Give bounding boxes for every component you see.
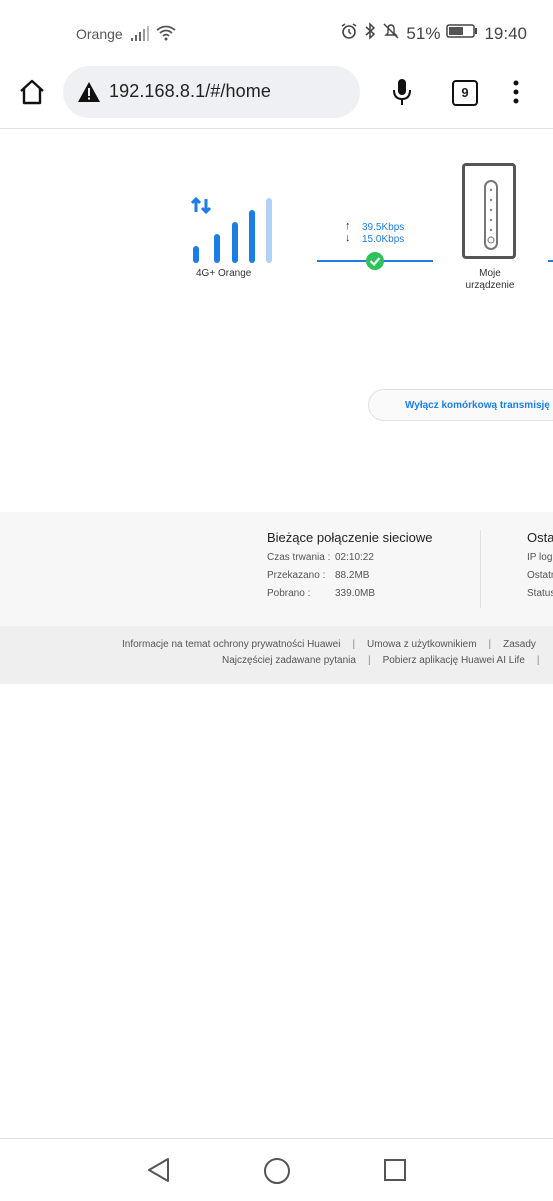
footer-links-row1: Informacje na temat ochrony prywatności … [122, 639, 536, 650]
last-section-title: Osta [527, 530, 553, 545]
recent-apps-button[interactable] [383, 1158, 407, 1187]
column-divider [480, 530, 481, 608]
home-circle-icon [264, 1158, 290, 1184]
info-row: IP log [527, 552, 553, 563]
info-value: 88.2MB [335, 570, 370, 581]
disable-mobile-data-button[interactable]: Wyłącz komórkową transmisję d [368, 389, 553, 421]
current-connection-title: Bieżące połączenie sieciowe [267, 530, 433, 545]
clock: 19:40 [484, 23, 527, 43]
alarm-icon [340, 22, 358, 45]
voice-search-button[interactable] [388, 76, 416, 113]
battery-icon [446, 23, 478, 44]
browser-toolbar: 192.168.8.1/#/home 9 [0, 64, 553, 129]
carrier-label: Orange [76, 26, 123, 42]
user-agreement-link[interactable]: Umowa z użytkownikiem [367, 639, 476, 650]
network-label: 4G+ Orange [196, 268, 252, 279]
warning-icon[interactable] [77, 81, 101, 108]
home-icon [20, 79, 44, 105]
info-panel: Bieżące połączenie sieciowe Czas trwania… [0, 512, 553, 626]
footer-links-row2: Najczęściej zadawane pytania | Pobierz apl… [222, 655, 552, 666]
separator: | [367, 655, 371, 666]
menu-button[interactable] [508, 78, 524, 106]
router-device-icon[interactable] [462, 163, 516, 259]
separator: | [536, 655, 540, 666]
url-text[interactable]: 192.168.8.1/#/home [109, 81, 271, 102]
disable-mobile-data-label: Wyłącz komórkową transmisję d [405, 400, 553, 411]
upload-rate: 39.5Kbps [362, 222, 405, 233]
home-button[interactable] [16, 76, 48, 108]
download-arrow-icon: ↓ [345, 232, 351, 244]
info-row: Przekazano : 88.2MB [267, 570, 432, 588]
back-button[interactable] [146, 1157, 172, 1188]
tab-switcher-button[interactable]: 9 [452, 80, 478, 106]
download-rate: 15.0Kbps [362, 234, 405, 245]
device-panel [484, 180, 498, 250]
battery-percent: 51% [406, 23, 441, 43]
connected-check-icon [366, 252, 384, 270]
info-key: Przekazano : [267, 570, 326, 581]
footer: Informacje na temat ochrony prywatności … [0, 626, 553, 684]
info-row: Pobrano : 339.0MB [267, 588, 432, 606]
bluetooth-icon [364, 22, 376, 45]
info-value: 02:10:22 [335, 552, 374, 563]
info-value: 339.0MB [335, 588, 376, 599]
ai-life-app-link[interactable]: Pobierz aplikację Huawei AI Life [383, 655, 525, 666]
policy-link[interactable]: Zasady [503, 639, 536, 650]
system-navigation-bar [0, 1138, 553, 1201]
info-key: Czas trwania : [267, 552, 331, 563]
home-nav-button[interactable] [263, 1157, 291, 1190]
signal-icon [130, 26, 150, 47]
mute-icon [382, 22, 400, 45]
device-label-line2: urządzenie [465, 280, 515, 291]
device-label-line1: Moje [479, 268, 501, 279]
info-row: Ostatn [527, 570, 553, 581]
info-key: Pobrano : [267, 588, 311, 599]
info-row: Status [527, 588, 553, 599]
device-label: Moje urządzenie [459, 268, 521, 292]
connection-line-right [548, 260, 553, 262]
last-section: Osta IP log Ostatn Status [527, 530, 553, 606]
microphone-icon [393, 79, 411, 105]
wifi-icon [156, 25, 176, 46]
faq-link[interactable]: Najczęściej zadawane pytania [222, 655, 356, 666]
more-vert-icon [513, 80, 519, 104]
separator: | [488, 639, 492, 650]
privacy-link[interactable]: Informacje na temat ochrony prywatności … [122, 639, 340, 650]
back-triangle-icon [148, 1158, 169, 1182]
status-bar: Orange 51% 19:40 [0, 0, 553, 64]
info-row: Czas trwania : 02:10:22 [267, 552, 432, 570]
current-connection-section: Bieżące połączenie sieciowe Czas trwania… [267, 530, 432, 606]
separator: | [352, 639, 356, 650]
upload-arrow-icon: ↑ [345, 220, 351, 232]
address-bar[interactable]: 192.168.8.1/#/home [63, 66, 360, 118]
recent-square-icon [384, 1159, 406, 1181]
signal-strength-icon [190, 196, 280, 271]
